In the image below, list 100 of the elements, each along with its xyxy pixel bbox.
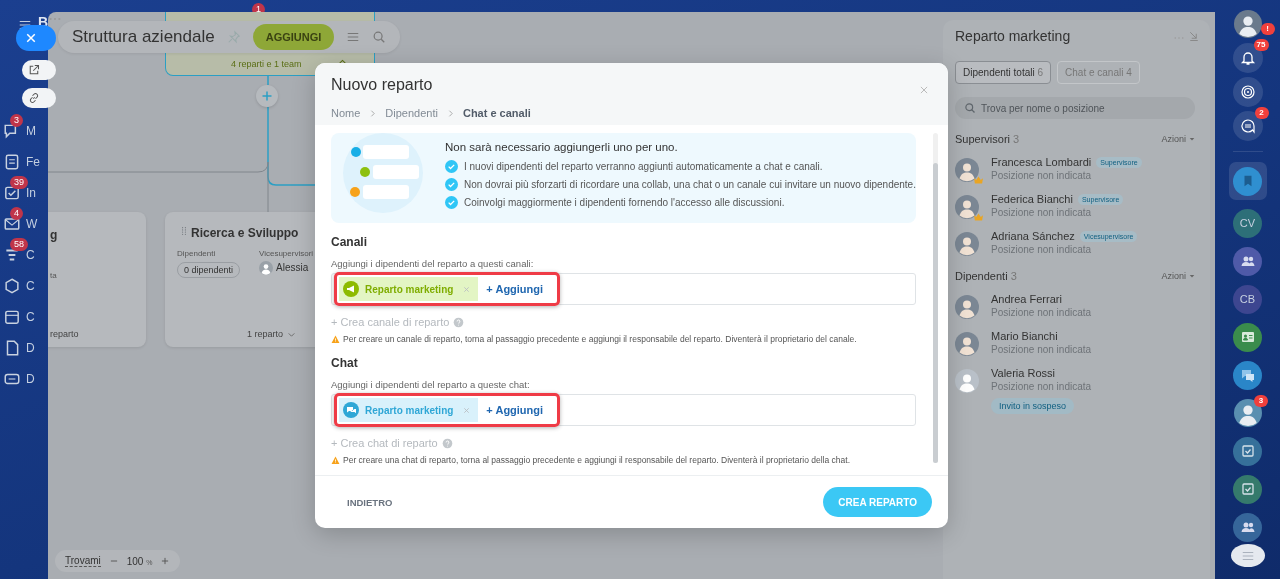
caret-down-icon <box>1189 273 1195 279</box>
card-title: Ricerca e Sviluppo <box>191 226 299 240</box>
position-text: Posizione non indicata <box>991 244 1093 255</box>
open-button[interactable] <box>22 60 56 80</box>
breadcrumb-step[interactable]: Dipendenti <box>385 107 438 119</box>
dialog-title: Nuovo reparto <box>331 76 433 94</box>
app-button[interactable] <box>1233 360 1262 390</box>
scroll-thumb[interactable] <box>933 163 938 463</box>
actions-dropdown[interactable]: Azioni <box>1161 134 1195 144</box>
card-title: g <box>50 228 58 242</box>
add-link[interactable]: + Aggiungi <box>478 404 544 416</box>
person-name[interactable]: Adriana Sánchez <box>991 230 1075 242</box>
selector-field[interactable]: Reparto marketing + Aggiungi <box>331 273 916 305</box>
avatar-icon[interactable] <box>1233 10 1262 38</box>
add-link[interactable]: + Aggiungi <box>478 283 544 295</box>
checkbox-icon <box>1239 481 1256 497</box>
plus-icon <box>261 90 273 102</box>
section-title: Dipendenti 3 <box>955 270 1017 282</box>
count-badge: 39 <box>10 176 28 189</box>
help-icon <box>453 316 465 328</box>
chat-bubbles-icon <box>1239 367 1256 383</box>
person-name[interactable]: Valeria Rossi <box>991 367 1055 379</box>
expand-link[interactable]: 1 reparto <box>247 329 297 339</box>
calendar-icon <box>3 308 21 326</box>
person-name[interactable]: Andrea Ferrari <box>991 293 1062 305</box>
count-badge: 75 <box>1253 39 1269 51</box>
bell-icon <box>1239 50 1256 66</box>
actions-dropdown[interactable]: Azioni <box>1161 271 1195 281</box>
tab[interactable]: Dipendenti totali 6 <box>955 61 1052 84</box>
app-button[interactable] <box>1233 322 1262 352</box>
person-name[interactable]: Mario Bianchi <box>991 330 1058 342</box>
warning-text: Per creare una chat di reparto, torna al passaggio precedente e aggiungi il responsabile del reparto. Diventerà il proprietario della chat. <box>343 455 850 465</box>
nav-item[interactable]: C <box>26 279 35 293</box>
nav-item[interactable]: C <box>26 310 35 324</box>
count-badge: ! <box>1260 23 1275 35</box>
nav-item[interactable]: D <box>26 372 35 386</box>
app-button[interactable]: CV <box>1233 208 1262 238</box>
search-icon <box>964 102 976 114</box>
feed-icon <box>3 153 21 171</box>
nav-item[interactable]: W <box>26 217 38 231</box>
close-icon <box>25 32 37 44</box>
count-badge: 2 <box>1254 107 1269 119</box>
search-icon <box>372 30 387 44</box>
field-label: Aggiungi i dipendenti del reparto a questi canali: <box>331 258 535 269</box>
task-icon <box>3 184 21 202</box>
close-icon <box>919 85 929 95</box>
status-badge: Invito in sospeso <box>991 398 1075 414</box>
caret-down-icon <box>1189 136 1195 142</box>
panel-title: Reparto marketing <box>955 28 1071 44</box>
benefit-text: Non dovrai più sforzarti di ricordare una collab, una chat o un canale cui invitare un nuovo dipendente. <box>464 179 916 190</box>
app-button[interactable] <box>1233 436 1262 466</box>
hexagon-icon <box>3 277 21 295</box>
person-name[interactable]: Federica Bianchi <box>991 193 1073 205</box>
count-badge: 58 <box>10 238 28 251</box>
nav-item[interactable]: M <box>26 124 36 138</box>
nav-item[interactable]: D <box>26 341 35 355</box>
back-button[interactable]: INDIETRO <box>337 490 403 514</box>
add-button[interactable]: AGGIUNGI <box>252 24 335 50</box>
card-label: Vicesupervisori <box>259 249 314 258</box>
breadcrumb-step[interactable]: Chat e canali <box>462 107 531 119</box>
menu-button[interactable] <box>1230 544 1265 567</box>
link-icon <box>28 92 40 104</box>
section-title: Supervisori 3 <box>955 133 1020 145</box>
close-button[interactable] <box>16 25 56 51</box>
toolbar-button[interactable] <box>1232 77 1263 107</box>
warning-icon <box>331 455 340 465</box>
collapse-icon <box>1188 30 1200 42</box>
field-label: Aggiungi i dipendenti del reparto a queste chat: <box>331 379 531 390</box>
card-label: ta <box>50 271 57 280</box>
chat-icon <box>343 402 359 418</box>
app-button[interactable] <box>1233 246 1262 276</box>
menu-icon <box>346 30 361 44</box>
copy-link-button[interactable] <box>22 88 56 108</box>
selector-field[interactable]: Reparto marketing + Aggiungi <box>331 394 916 426</box>
warning-text: Per creare un canale di reparto, torna al passaggio precedente e aggiungi il responsabile del reparto. Diventerà il proprietario del canale. <box>343 334 857 344</box>
position-text: Posizione non indicata <box>991 381 1092 392</box>
toolbar-button[interactable] <box>1232 111 1263 141</box>
nav-item[interactable]: Fe <box>26 155 40 169</box>
person-name[interactable]: Francesca Lombardi <box>991 156 1092 168</box>
plus-icon <box>160 556 171 566</box>
person-name[interactable]: Alessia <box>276 262 309 273</box>
nav-item[interactable]: In <box>26 186 36 200</box>
section-title: Canali <box>331 235 368 249</box>
section-title: Chat <box>331 356 359 370</box>
chevron-up-icon <box>338 57 347 66</box>
count-badge: 3 <box>1254 394 1268 407</box>
contact-card-icon <box>1239 329 1256 345</box>
nav-item[interactable]: C <box>26 248 35 262</box>
app-button[interactable] <box>1233 474 1262 504</box>
breadcrumb-step[interactable]: Nome <box>331 107 361 119</box>
find-me-button[interactable]: Trovami <box>65 555 101 567</box>
checkbox-icon <box>1239 443 1256 459</box>
app-button[interactable] <box>1233 512 1262 542</box>
card-footer: reparto <box>50 329 79 339</box>
app-button[interactable]: CB <box>1233 284 1262 314</box>
card-label: Dipendenti <box>177 249 216 258</box>
avatar-icon[interactable] <box>1233 399 1262 427</box>
check-circle-icon <box>445 160 458 173</box>
search-field[interactable]: Trova per nome o posizione <box>955 97 1195 119</box>
chat-sync-icon <box>1239 118 1256 134</box>
